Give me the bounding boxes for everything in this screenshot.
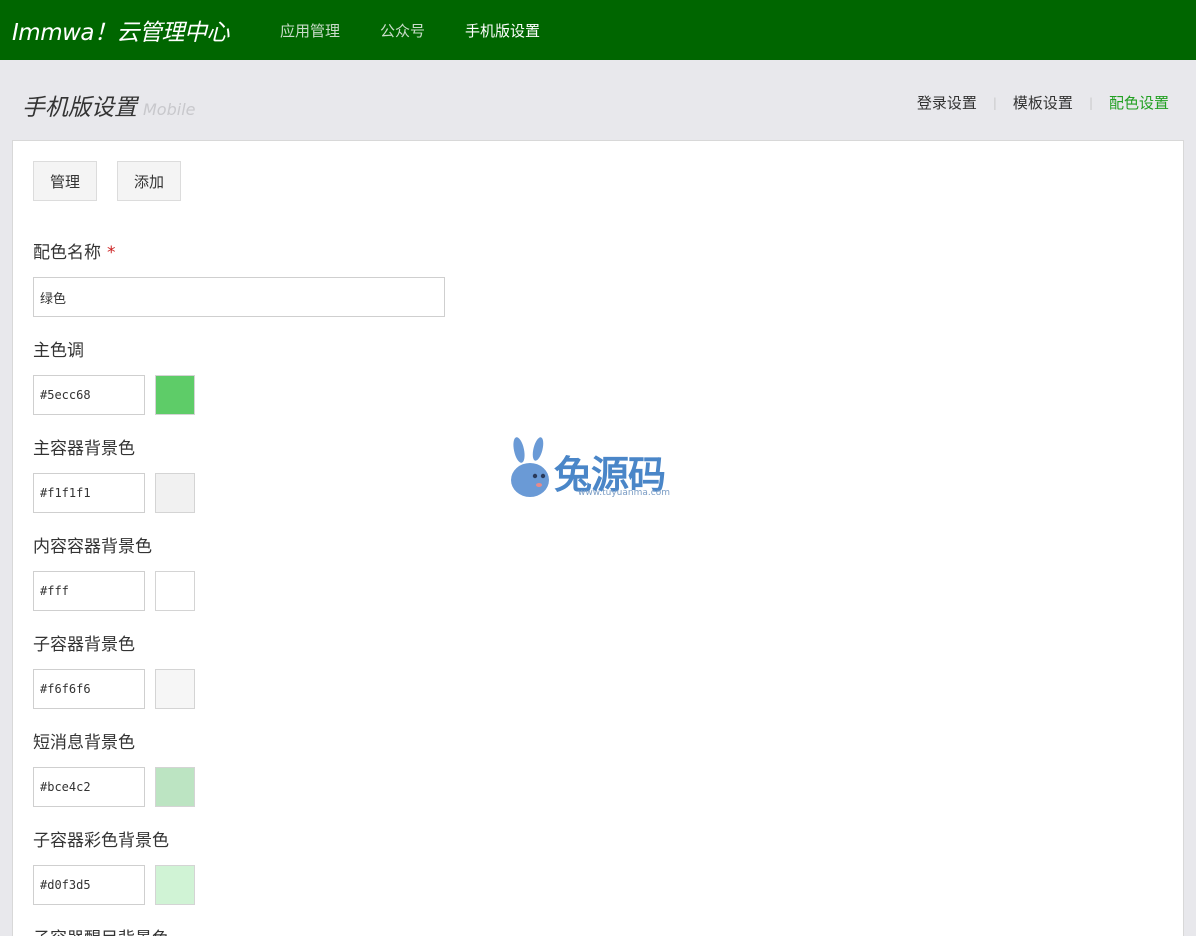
page-title-text: 手机版设置 xyxy=(22,95,137,121)
subnav-template-settings[interactable]: 模板设置 xyxy=(1013,92,1073,113)
field-label-sub-container-color-bg: 子容器彩色背景色 xyxy=(33,831,169,851)
field-label-sub-container-highlight-bg: 子容器醒目背景色 xyxy=(33,924,169,936)
top-navbar: Immwa！云管理中心 应用管理 公众号 手机版设置 xyxy=(0,0,1196,60)
required-mark: * xyxy=(107,243,116,263)
subnav-color-settings[interactable]: 配色设置 xyxy=(1109,92,1169,113)
sub-container-bg-input[interactable] xyxy=(33,669,145,709)
sub-navigation: 登录设置 | 模板设置 | 配色设置 xyxy=(917,92,1169,113)
field-label-main-container-bg: 主容器背景色 xyxy=(33,439,135,459)
sub-container-color-bg-swatch[interactable] xyxy=(155,865,195,905)
subnav-login-settings[interactable]: 登录设置 xyxy=(917,92,977,113)
sub-container-bg-swatch[interactable] xyxy=(155,669,195,709)
primary-color-input[interactable] xyxy=(33,375,145,415)
content-container-bg-swatch[interactable] xyxy=(155,571,195,611)
color-name-label-text: 配色名称 xyxy=(33,243,101,263)
primary-color-swatch[interactable] xyxy=(155,375,195,415)
main-container-bg-swatch[interactable] xyxy=(155,473,195,513)
content-panel: 管理 添加 配色名称 * 主色调 主容器背景色 内容容器背景色 子容器背景色 短消… xyxy=(12,140,1184,936)
main-container-bg-input[interactable] xyxy=(33,473,145,513)
subnav-separator: | xyxy=(1088,95,1093,110)
color-name-label: 配色名称 * xyxy=(33,238,116,263)
message-bg-swatch[interactable] xyxy=(155,767,195,807)
nav-item-mobile-settings[interactable]: 手机版设置 xyxy=(465,20,540,41)
content-container-bg-input[interactable] xyxy=(33,571,145,611)
page-subtitle: Mobile xyxy=(143,100,196,119)
page-header: 手机版设置 Mobile 登录设置 | 模板设置 | 配色设置 xyxy=(0,60,1196,140)
nav-item-app-management[interactable]: 应用管理 xyxy=(280,20,340,41)
manage-button[interactable]: 管理 xyxy=(33,161,97,201)
brand-logo[interactable]: Immwa！云管理中心 xyxy=(12,13,280,47)
watermark-url: www.tuyuanma.com xyxy=(578,488,670,498)
field-label-primary-color: 主色调 xyxy=(33,341,84,361)
page-title: 手机版设置 Mobile xyxy=(22,88,195,122)
field-label-message-bg: 短消息背景色 xyxy=(33,733,135,753)
watermark: 兔源码 www.tuyuanma.com xyxy=(508,436,692,502)
color-name-input[interactable] xyxy=(33,277,445,317)
rabbit-logo-icon xyxy=(511,437,549,497)
field-label-sub-container-bg: 子容器背景色 xyxy=(33,635,135,655)
field-label-content-container-bg: 内容容器背景色 xyxy=(33,537,152,557)
subnav-separator: | xyxy=(992,95,997,110)
sub-container-color-bg-input[interactable] xyxy=(33,865,145,905)
nav-item-official-account[interactable]: 公众号 xyxy=(380,20,425,41)
message-bg-input[interactable] xyxy=(33,767,145,807)
add-button[interactable]: 添加 xyxy=(117,161,181,201)
